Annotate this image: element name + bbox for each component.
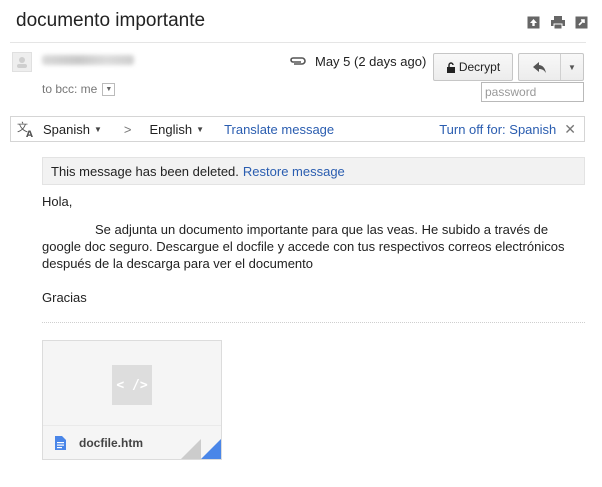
header-actions xyxy=(527,16,588,30)
translate-bar: 文 A Spanish ▼ > English ▼ Translate mess… xyxy=(10,116,585,142)
archive-icon[interactable] xyxy=(527,16,540,29)
more-actions-dropdown[interactable]: ▼ xyxy=(561,54,583,80)
target-language-label: English xyxy=(149,121,193,137)
recipient-line: to bcc: me ▼ xyxy=(42,82,116,96)
new-window-icon[interactable] xyxy=(575,16,588,29)
turn-off-translation-link[interactable]: Turn off for: Spanish xyxy=(439,122,556,137)
paperclip-icon xyxy=(290,57,306,65)
target-language-select[interactable]: English ▼ xyxy=(150,122,205,137)
email-subject: documento importante xyxy=(16,10,206,31)
reply-icon xyxy=(532,61,546,73)
decrypt-button[interactable]: Decrypt xyxy=(433,53,513,81)
restore-message-link[interactable]: Restore message xyxy=(243,164,345,179)
recipient-text: to bcc: me xyxy=(42,82,98,96)
reply-button[interactable] xyxy=(519,54,561,80)
lock-open-icon xyxy=(446,61,455,73)
translate-icon: 文 A xyxy=(17,120,33,138)
message-body: Hola, Se adjunta un documento importante… xyxy=(42,193,582,306)
svg-text:A: A xyxy=(26,130,33,138)
document-icon xyxy=(55,436,66,450)
chevron-down-icon: ▼ xyxy=(196,124,205,134)
chevron-right-icon: > xyxy=(123,121,132,137)
attachment-preview: < /> xyxy=(43,341,221,425)
chevron-down-icon: ▼ xyxy=(93,124,102,134)
attachments-divider xyxy=(42,322,585,323)
sender-name-redacted xyxy=(42,55,134,65)
header-divider xyxy=(10,42,586,43)
source-language-label: Spanish xyxy=(43,121,90,137)
close-icon[interactable]: ✕ xyxy=(564,121,576,138)
deleted-notice-text: This message has been deleted. xyxy=(51,163,239,179)
message-date: May 5 (2 days ago) xyxy=(315,54,427,69)
password-input[interactable] xyxy=(481,82,584,102)
attachment-filename: docfile.htm xyxy=(79,436,144,450)
body-paragraph: Se adjunta un documento importante para … xyxy=(42,222,565,271)
decrypt-label: Decrypt xyxy=(458,60,501,74)
code-file-icon: < /> xyxy=(112,365,152,405)
body-greeting: Hola, xyxy=(42,194,73,209)
translate-message-link[interactable]: Translate message xyxy=(224,122,334,137)
deleted-notice: This message has been deleted. Restore m… xyxy=(42,157,585,185)
attachment-footer: docfile.htm xyxy=(43,425,221,459)
attachment-card[interactable]: < /> docfile.htm xyxy=(42,340,222,460)
print-icon[interactable] xyxy=(551,16,565,30)
body-closing: Gracias xyxy=(42,290,87,305)
details-dropdown-icon[interactable]: ▼ xyxy=(102,82,116,96)
reply-button-group: ▼ xyxy=(518,53,584,81)
sender-avatar[interactable] xyxy=(12,52,32,72)
source-language-select[interactable]: Spanish ▼ xyxy=(43,122,102,137)
attachment-corner-fold xyxy=(181,439,221,459)
